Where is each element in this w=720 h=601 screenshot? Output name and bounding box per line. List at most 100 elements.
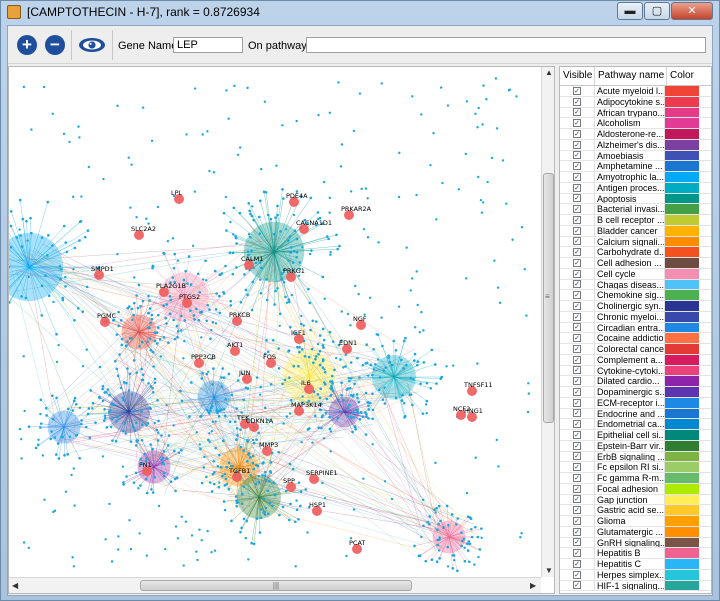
graph-node[interactable] — [134, 444, 138, 447]
graph-node[interactable] — [193, 87, 197, 90]
graph-node[interactable] — [168, 295, 172, 298]
graph-node[interactable] — [210, 328, 213, 332]
graph-node[interactable] — [329, 250, 332, 254]
graph-node[interactable] — [199, 447, 202, 451]
graph-node[interactable] — [225, 89, 228, 92]
graph-node[interactable] — [383, 386, 386, 389]
graph-node[interactable] — [246, 293, 249, 297]
graph-node[interactable] — [42, 85, 46, 89]
graph-node[interactable] — [145, 554, 149, 557]
graph-node[interactable] — [196, 558, 199, 562]
graph-node[interactable] — [22, 541, 26, 544]
graph-node[interactable] — [404, 414, 407, 418]
graph-node[interactable] — [334, 356, 338, 360]
graph-node[interactable] — [46, 200, 50, 204]
graph-node[interactable] — [346, 407, 350, 410]
graph-node[interactable] — [227, 461, 231, 464]
graph-node[interactable] — [72, 195, 75, 199]
graph-node[interactable] — [103, 416, 107, 420]
graph-node[interactable] — [254, 463, 258, 467]
graph-node[interactable] — [45, 414, 48, 417]
graph-node[interactable] — [212, 367, 215, 370]
graph-node[interactable] — [70, 473, 73, 477]
graph-node[interactable] — [247, 232, 251, 236]
graph-node[interactable] — [371, 373, 374, 377]
graph-node[interactable] — [445, 504, 449, 508]
graph-node[interactable] — [269, 382, 273, 386]
graph-node[interactable] — [342, 398, 345, 402]
graph-node[interactable] — [168, 312, 172, 316]
graph-node[interactable] — [258, 232, 262, 235]
graph-node[interactable] — [227, 117, 230, 120]
scroll-up-arrow-icon[interactable]: ▲ — [545, 68, 553, 77]
graph-node[interactable] — [501, 159, 505, 162]
graph-node[interactable] — [244, 288, 248, 292]
graph-node[interactable] — [365, 343, 368, 346]
graph-node[interactable] — [364, 433, 368, 436]
graph-node[interactable] — [78, 239, 81, 242]
graph-node[interactable] — [371, 417, 374, 421]
graph-node[interactable] — [437, 504, 441, 508]
visible-checkbox[interactable]: ✓ — [573, 420, 581, 429]
graph-node[interactable] — [41, 454, 45, 457]
graph-node[interactable] — [176, 329, 180, 333]
graph-node[interactable] — [328, 427, 332, 431]
graph-node[interactable] — [229, 304, 233, 307]
graph-node[interactable] — [212, 171, 216, 174]
graph-node[interactable] — [398, 151, 401, 155]
graph-node[interactable] — [122, 381, 126, 384]
graph-node[interactable] — [220, 466, 223, 469]
graph-node[interactable] — [442, 526, 445, 530]
graph-node[interactable] — [297, 518, 300, 521]
graph-node[interactable] — [338, 409, 342, 413]
visible-checkbox[interactable]: ✓ — [573, 398, 581, 407]
graph-node[interactable] — [216, 411, 219, 415]
graph-node[interactable] — [87, 165, 91, 169]
graph-node[interactable] — [474, 525, 477, 529]
graph-node[interactable] — [495, 438, 498, 442]
graph-node[interactable] — [101, 385, 105, 388]
graph-node[interactable] — [520, 532, 523, 535]
graph-node[interactable] — [445, 365, 448, 368]
pathway-color-swatch[interactable] — [665, 494, 699, 505]
graph-node[interactable] — [27, 275, 30, 279]
graph-node[interactable] — [207, 438, 210, 442]
graph-node[interactable] — [367, 408, 370, 411]
graph-node[interactable] — [126, 306, 130, 310]
visible-checkbox[interactable]: ✓ — [573, 162, 581, 171]
graph-node[interactable] — [117, 310, 120, 314]
graph-node[interactable] — [288, 376, 291, 379]
graph-node[interactable] — [166, 239, 170, 243]
graph-node[interactable] — [418, 554, 422, 558]
graph-node[interactable] — [231, 272, 235, 276]
graph-node[interactable] — [359, 411, 363, 414]
table-row[interactable]: ✓ Antigen proces... — [560, 182, 711, 194]
table-row[interactable]: ✓ Fc gamma R-m... — [560, 473, 711, 484]
table-row[interactable]: ✓ Herpes simplex... — [560, 569, 711, 581]
visible-checkbox[interactable]: ✓ — [573, 430, 581, 439]
visible-checkbox[interactable]: ✓ — [573, 473, 581, 482]
table-row[interactable]: ✓ Bladder cancer — [560, 225, 711, 237]
graph-node[interactable] — [24, 296, 28, 300]
graph-node[interactable] — [200, 539, 203, 542]
graph-node[interactable] — [236, 501, 240, 504]
graph-node[interactable] — [460, 531, 463, 534]
table-row[interactable]: ✓ Fc epsilon RI si... — [560, 462, 711, 473]
graph-node[interactable] — [429, 386, 433, 390]
table-row[interactable]: ✓ Dopaminergic s... — [560, 387, 711, 398]
table-row[interactable]: ✓ Cholinergic syn... — [560, 301, 711, 312]
graph-node[interactable] — [246, 250, 250, 253]
graph-node[interactable] — [162, 304, 166, 308]
graph-node[interactable] — [304, 488, 308, 491]
pathways-input[interactable] — [306, 37, 706, 53]
graph-node[interactable] — [116, 252, 119, 256]
graph-node[interactable] — [231, 251, 235, 255]
graph-node[interactable] — [123, 422, 126, 425]
graph-node[interactable] — [378, 388, 381, 392]
graph-node[interactable] — [208, 432, 211, 435]
visible-checkbox[interactable]: ✓ — [573, 119, 581, 128]
graph-node[interactable] — [298, 261, 302, 264]
column-header-visible[interactable]: Visible — [560, 67, 595, 85]
graph-node[interactable] — [141, 378, 145, 382]
graph-node[interactable] — [223, 472, 227, 476]
